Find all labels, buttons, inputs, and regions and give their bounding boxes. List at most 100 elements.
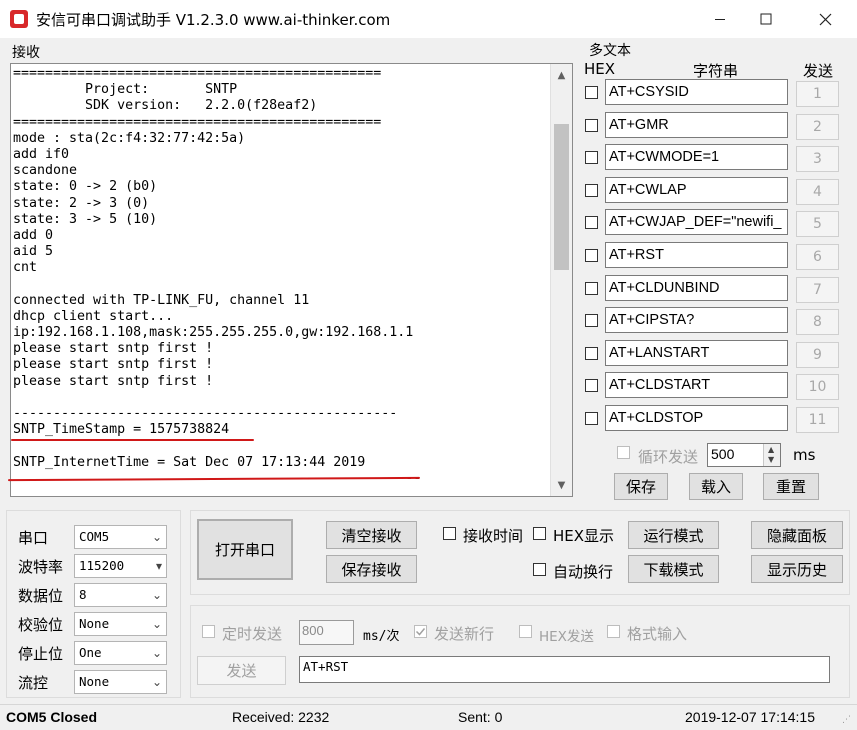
title-bar: 安信可串口调试助手 V1.2.3.0 www.ai-thinker.com	[0, 0, 857, 38]
send-command-button[interactable]: 5	[796, 211, 839, 238]
auto-wrap-checkbox[interactable]	[533, 563, 546, 576]
command-input[interactable]: AT+GMR	[605, 111, 788, 138]
hex-checkbox[interactable]	[585, 249, 598, 262]
show-history-button[interactable]: 显示历史	[751, 555, 843, 583]
receive-line: Project: SNTP	[13, 82, 238, 98]
receive-line: ----------------------------------------…	[13, 405, 398, 421]
hex-checkbox[interactable]	[585, 151, 598, 165]
command-input[interactable]: AT+CIPSTA?	[605, 307, 788, 334]
command-input[interactable]: AT+CLDSTOP	[605, 405, 788, 431]
minimize-icon[interactable]	[697, 0, 743, 38]
receive-line: SNTP_TimeStamp = 1575738824	[13, 422, 230, 438]
send-text-input[interactable]: AT+RST	[299, 656, 830, 683]
status-datetime: 2019-12-07 17:14:15	[685, 709, 815, 725]
format-input-checkbox[interactable]	[607, 625, 620, 638]
loop-interval-spinner[interactable]: 500 ▲ ▼	[707, 443, 781, 467]
flow-select-value: None	[79, 674, 110, 689]
send-command-button[interactable]: 8	[796, 309, 839, 336]
chevron-down-icon[interactable]: ⌄	[152, 646, 162, 660]
hex-display-checkbox[interactable]	[533, 527, 546, 540]
flow-select[interactable]: None ⌄	[74, 670, 167, 694]
send-command-button[interactable]: 1	[796, 81, 839, 107]
send-command-button[interactable]: 11	[796, 407, 839, 433]
send-button[interactable]: 发送	[197, 656, 286, 685]
command-input[interactable]: AT+RST	[605, 242, 788, 268]
send-command-button[interactable]: 4	[796, 178, 839, 205]
chevron-down-icon[interactable]: ▾	[156, 559, 162, 573]
command-input[interactable]: AT+CWLAP	[605, 176, 788, 203]
receive-line: ip:192.168.1.108,mask:255.255.255.0,gw:1…	[13, 325, 414, 340]
command-input[interactable]: AT+CWMODE=1	[605, 144, 788, 171]
send-command-button[interactable]: 3	[796, 146, 839, 173]
receive-time-checkbox[interactable]	[443, 527, 456, 540]
status-bar: COM5 Closed Received: 2232 Sent: 0 2019-…	[0, 704, 857, 730]
send-command-button[interactable]: 6	[796, 244, 839, 270]
clear-receive-button[interactable]: 清空接收	[326, 521, 417, 549]
timed-send-label: 定时发送	[222, 625, 283, 643]
command-input[interactable]: AT+LANSTART	[605, 339, 788, 366]
hex-checkbox[interactable]	[585, 216, 598, 230]
hex-checkbox[interactable]	[585, 86, 598, 99]
interval-input[interactable]: 800	[299, 620, 354, 645]
receive-scrollbar[interactable]: ▲ ▼	[550, 64, 572, 496]
stopbits-select[interactable]: One ⌄	[74, 641, 167, 665]
receive-line: please start sntp first !	[13, 357, 214, 373]
scroll-down-icon[interactable]: ▼	[551, 474, 572, 496]
hex-checkbox[interactable]	[585, 183, 598, 197]
send-command-button[interactable]: 7	[796, 276, 839, 303]
command-input[interactable]: AT+CSYSID	[605, 79, 788, 105]
scroll-up-icon[interactable]: ▲	[551, 64, 572, 86]
run-mode-button[interactable]: 运行模式	[628, 521, 719, 549]
hex-send-checkbox[interactable]	[519, 625, 532, 638]
reset-multi-button[interactable]: 重置	[763, 473, 819, 500]
scroll-thumb[interactable]	[554, 124, 569, 270]
download-mode-button[interactable]: 下载模式	[628, 555, 719, 583]
app-logo-icon	[10, 10, 28, 28]
spinner-up-icon[interactable]: ▲	[768, 445, 774, 454]
hex-checkbox[interactable]	[585, 412, 598, 425]
hex-checkbox[interactable]	[585, 314, 598, 328]
save-receive-button[interactable]: 保存接收	[326, 555, 417, 583]
spinner-buttons[interactable]: ▲ ▼	[763, 444, 780, 466]
maximize-icon[interactable]	[743, 0, 789, 38]
databits-select[interactable]: 8 ⌄	[74, 583, 167, 607]
chevron-down-icon[interactable]: ⌄	[152, 530, 162, 544]
command-input[interactable]: AT+CWJAP_DEF="newifi_	[605, 209, 788, 236]
hex-checkbox[interactable]	[585, 346, 598, 360]
baud-select[interactable]: 115200 ▾	[74, 554, 167, 578]
parity-select[interactable]: None ⌄	[74, 612, 167, 636]
receive-line: aid 5	[13, 244, 54, 260]
receive-line: SDK version: 2.2.0(f28eaf2)	[13, 98, 318, 114]
send-command-button[interactable]: 10	[796, 374, 839, 401]
receive-time-label: 接收时间	[463, 527, 524, 545]
chevron-down-icon[interactable]: ⌄	[152, 617, 162, 631]
command-input[interactable]: AT+CLDUNBIND	[605, 274, 788, 301]
command-input[interactable]: AT+CLDSTART	[605, 372, 788, 399]
resize-grip-icon[interactable]: ⋰	[842, 715, 851, 725]
spinner-down-icon[interactable]: ▼	[768, 455, 774, 464]
close-icon[interactable]	[802, 0, 848, 38]
hide-panel-button[interactable]: 隐藏面板	[751, 521, 843, 549]
hex-checkbox[interactable]	[585, 379, 598, 393]
receive-textarea[interactable]: ========================================…	[10, 63, 573, 497]
hex-checkbox[interactable]	[585, 281, 598, 295]
receive-line: please start sntp first !	[13, 373, 214, 389]
chevron-down-icon[interactable]: ⌄	[152, 588, 162, 602]
receive-line: mode : sta(2c:f4:32:77:42:5a)	[13, 130, 246, 146]
open-port-button[interactable]: 打开串口	[197, 519, 293, 580]
send-newline-checkbox[interactable]	[414, 625, 427, 638]
hex-display-label: HEX显示	[553, 527, 615, 545]
receive-line	[13, 390, 549, 406]
chevron-down-icon[interactable]: ⌄	[152, 675, 162, 689]
stopbits-select-value: One	[79, 645, 102, 660]
timed-send-checkbox[interactable]	[202, 625, 215, 638]
load-multi-button[interactable]: 载入	[689, 473, 743, 500]
loop-send-checkbox[interactable]	[617, 446, 630, 459]
format-input-label: 格式输入	[627, 625, 688, 643]
hex-checkbox[interactable]	[585, 118, 598, 132]
send-command-button[interactable]: 9	[796, 341, 839, 368]
save-multi-button[interactable]: 保存	[614, 473, 668, 500]
receive-line	[13, 276, 549, 292]
port-select[interactable]: COM5 ⌄	[74, 525, 167, 549]
send-command-button[interactable]: 2	[796, 113, 839, 140]
